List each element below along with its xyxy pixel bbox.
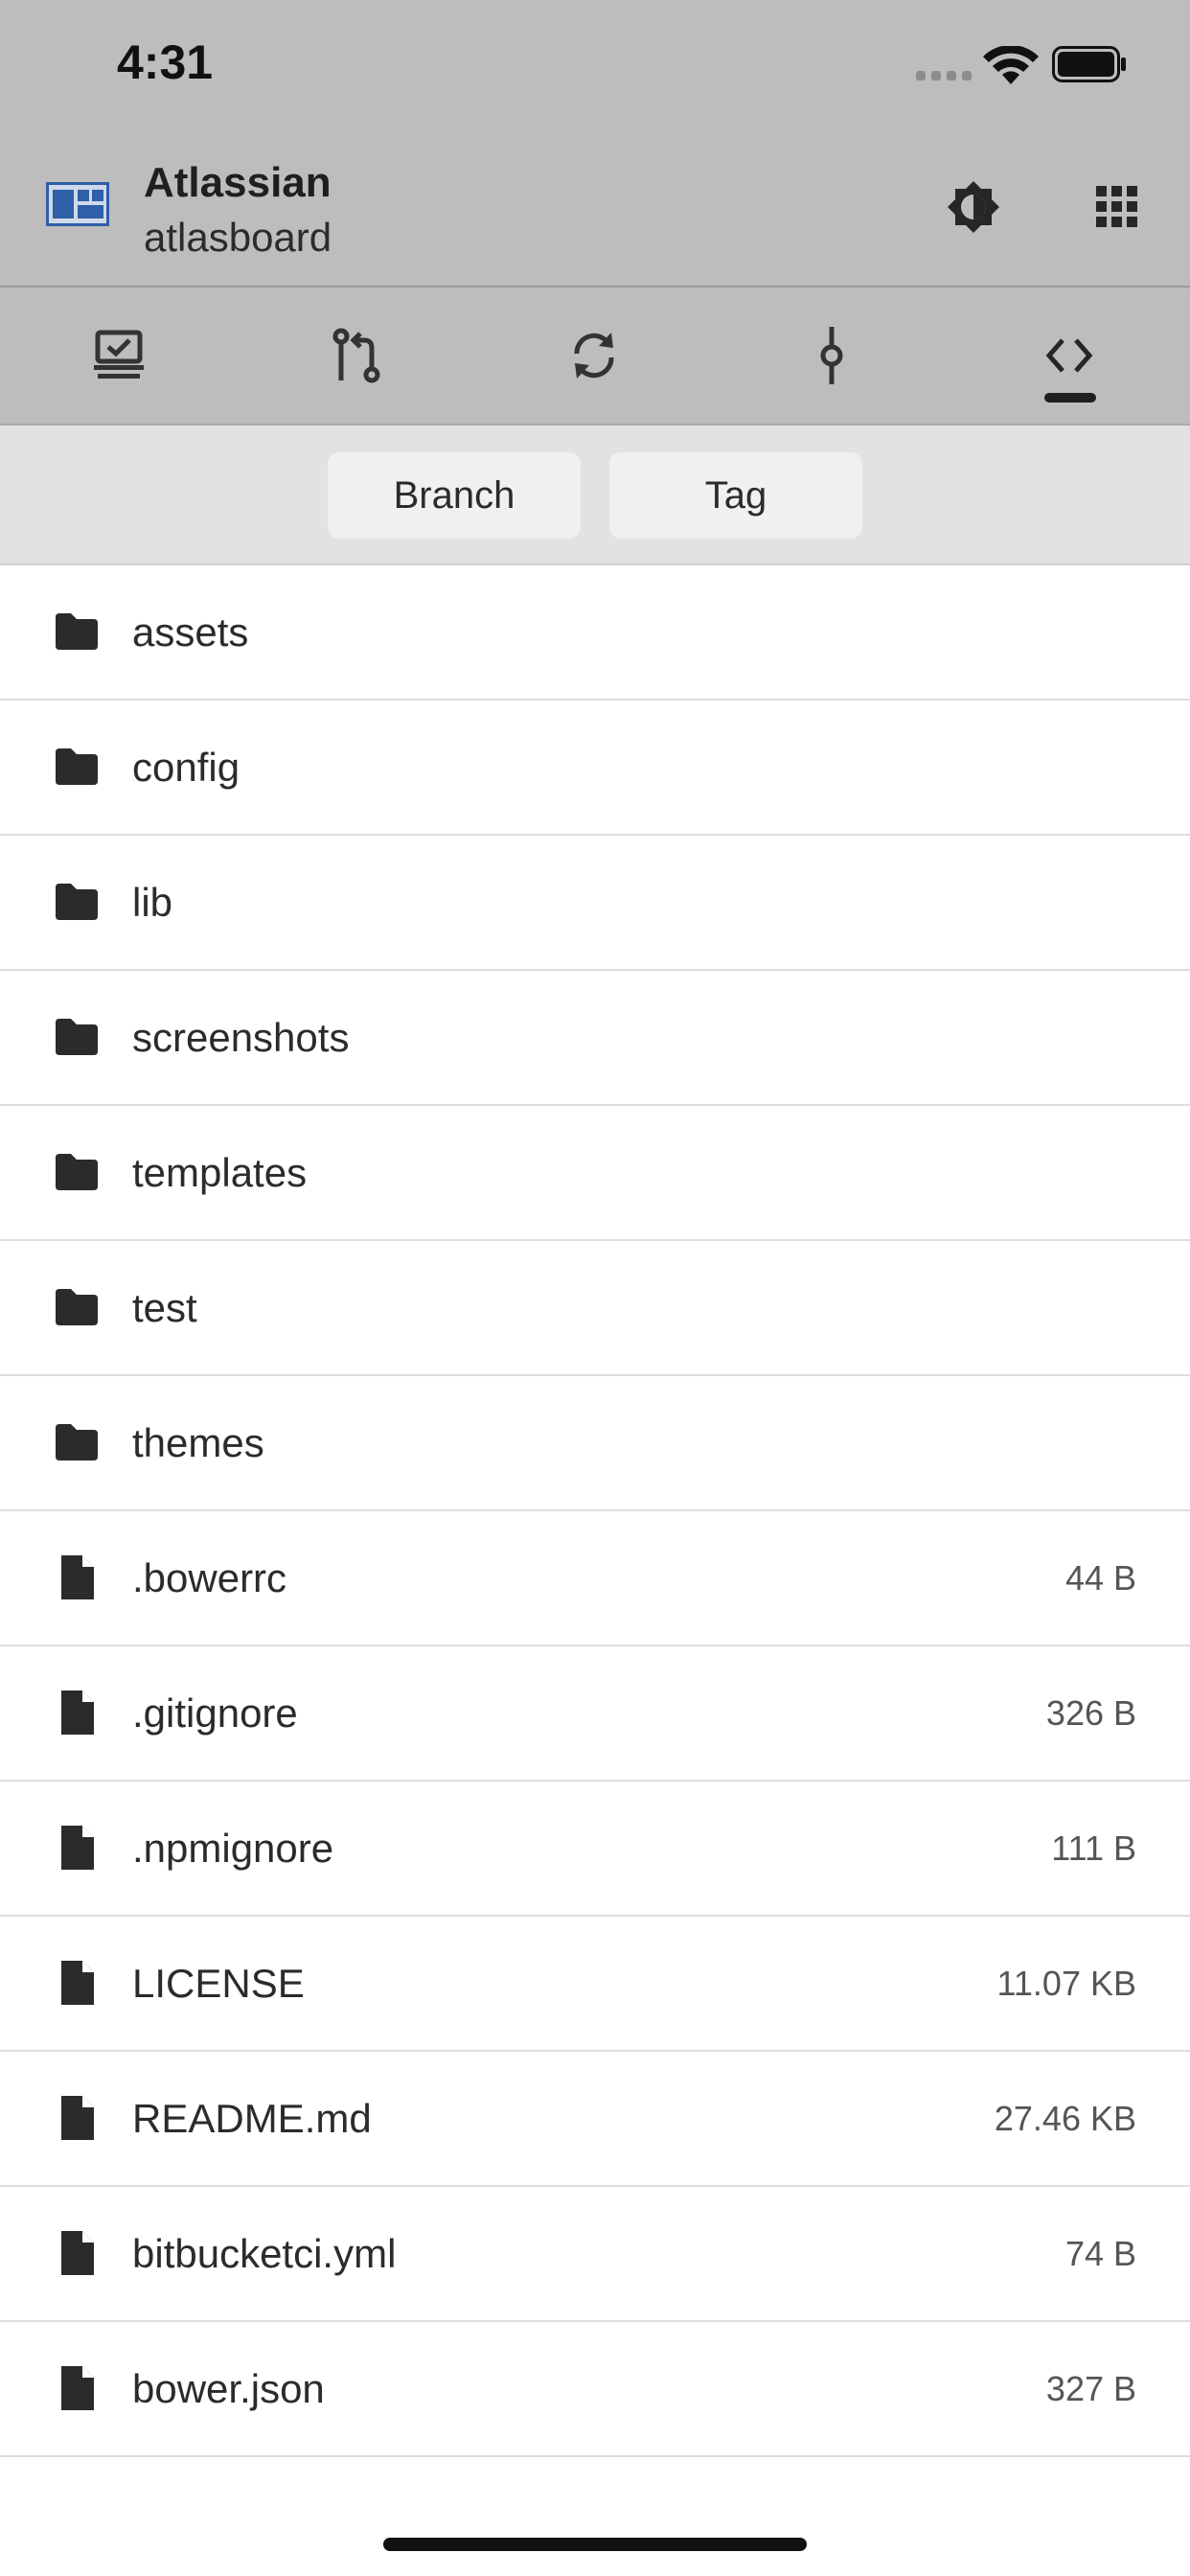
file-row[interactable]: .npmignore 111 B (0, 1782, 1190, 1917)
folder-icon (54, 745, 100, 789)
file-icon (54, 1555, 100, 1599)
repository-owner-title: Atlassian (144, 159, 332, 206)
ref-type-selector: Branch Tag (0, 426, 1190, 565)
file-row[interactable]: LICENSE 11.07 KB (0, 1917, 1190, 2052)
battery-icon (1052, 46, 1126, 82)
file-size: 111 B (1051, 1828, 1136, 1868)
folder-row[interactable]: lib (0, 836, 1190, 971)
file-icon (54, 2366, 100, 2410)
app-header: Atlassian atlasboard (0, 134, 1190, 288)
item-name: README.md (132, 2096, 372, 2141)
item-name: config (132, 745, 240, 790)
item-name: assets (132, 610, 249, 655)
apps-grid-button[interactable] (1079, 169, 1156, 245)
folder-icon (54, 1420, 100, 1464)
file-list: assets config lib screenshots templates test t… (0, 565, 1190, 2457)
file-row[interactable]: .bowerrc 44 B (0, 1511, 1190, 1646)
folder-icon (54, 880, 100, 924)
cellular-signal-icon (916, 71, 972, 82)
folder-row[interactable]: themes (0, 1376, 1190, 1511)
item-name: bower.json (132, 2366, 325, 2411)
brightness-icon (948, 181, 999, 233)
item-name: templates (132, 1150, 308, 1195)
folder-row[interactable]: test (0, 1241, 1190, 1376)
folder-icon (54, 610, 100, 654)
folder-icon (54, 1285, 100, 1329)
file-icon (54, 1961, 100, 2005)
file-icon (54, 2096, 100, 2140)
file-row[interactable]: README.md 27.46 KB (0, 2052, 1190, 2187)
item-name: .npmignore (132, 1826, 334, 1871)
item-name: .bowerrc (132, 1555, 287, 1600)
commit-icon (820, 327, 843, 384)
tab-overview[interactable] (0, 288, 238, 424)
item-name: .gitignore (132, 1690, 298, 1736)
home-indicator (383, 2538, 807, 2551)
code-icon (1045, 338, 1093, 373)
tag-button[interactable]: Tag (609, 452, 862, 539)
file-row[interactable]: bitbucketci.yml 74 B (0, 2187, 1190, 2322)
folder-row[interactable]: templates (0, 1106, 1190, 1241)
file-row[interactable]: .gitignore 326 B (0, 1646, 1190, 1782)
dashboard-icon (94, 330, 144, 379)
status-bar: 4:31 (0, 0, 1190, 134)
file-size: 74 B (1064, 2234, 1136, 2273)
sync-icon (574, 333, 614, 379)
status-time: 4:31 (117, 35, 214, 89)
branch-button[interactable]: Branch (328, 452, 581, 539)
item-name: bitbucketci.yml (132, 2231, 397, 2276)
folder-row[interactable]: config (0, 701, 1190, 836)
folder-icon (54, 1015, 100, 1059)
folder-icon (54, 1150, 100, 1194)
repository-tab-bar (0, 288, 1190, 426)
file-size: 326 B (1045, 1693, 1136, 1733)
tab-pull-requests[interactable] (238, 288, 475, 424)
item-name: test (132, 1285, 197, 1330)
item-name: LICENSE (132, 1961, 305, 2006)
grid-icon (1096, 186, 1137, 227)
tab-source[interactable] (950, 288, 1188, 424)
file-row[interactable]: bower.json 327 B (0, 2322, 1190, 2457)
file-icon (54, 2231, 100, 2275)
item-name: themes (132, 1420, 264, 1465)
item-name: lib (132, 880, 173, 925)
file-size: 44 B (1064, 1558, 1136, 1598)
item-name: screenshots (132, 1015, 350, 1060)
file-icon (54, 1690, 100, 1735)
tab-pipelines[interactable] (475, 288, 713, 424)
theme-toggle-button[interactable] (935, 169, 1012, 245)
repository-name-subtitle: atlasboard (144, 215, 332, 260)
pull-request-icon (332, 328, 380, 383)
file-size: 11.07 KB (996, 1964, 1136, 2003)
active-tab-indicator (1044, 393, 1096, 402)
wifi-icon (983, 46, 1039, 84)
folder-row[interactable]: assets (0, 565, 1190, 701)
file-size: 327 B (1045, 2369, 1136, 2408)
repository-logo-icon (46, 182, 109, 226)
tab-commits[interactable] (713, 288, 950, 424)
file-icon (54, 1826, 100, 1870)
file-size: 27.46 KB (994, 2099, 1136, 2138)
folder-row[interactable]: screenshots (0, 971, 1190, 1106)
